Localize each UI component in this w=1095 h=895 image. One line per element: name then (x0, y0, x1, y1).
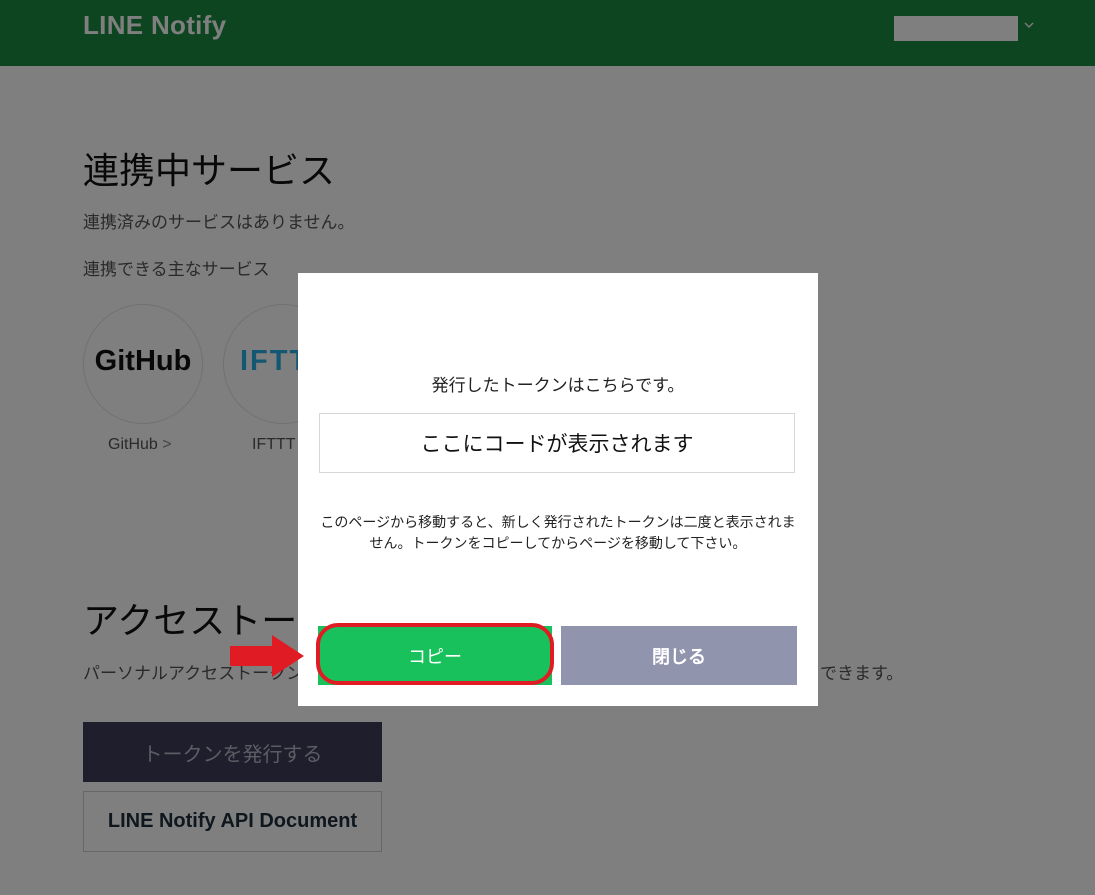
dialog-heading: 発行したトークンはこちらです。 (431, 376, 685, 396)
red-arrow-icon (230, 635, 304, 677)
close-button[interactable]: 閉じる (561, 626, 797, 685)
dialog-warning-text: このページから移動すると、新しく発行されたトークンは二度と表示されません。トーク… (320, 515, 796, 552)
token-issued-dialog: 発行したトークンはこちらです。 ここにコードが表示されます このページから移動す… (298, 273, 818, 706)
copy-button[interactable]: コピー (318, 626, 552, 685)
token-display-field[interactable]: ここにコードが表示されます (319, 413, 795, 473)
token-value: ここにコードが表示されます (420, 432, 694, 456)
